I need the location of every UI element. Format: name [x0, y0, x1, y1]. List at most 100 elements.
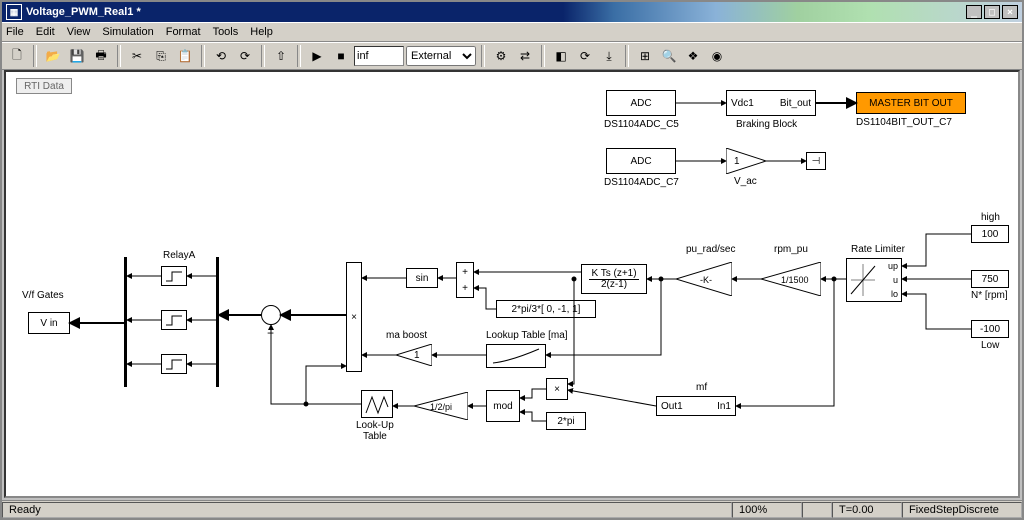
print-icon[interactable]: 🖶 [90, 45, 112, 67]
block-relay-1[interactable] [161, 266, 187, 286]
block-gain-rpm-pu[interactable]: 1/1500 [761, 262, 821, 296]
menu-format[interactable]: Format [166, 26, 201, 38]
build-icon[interactable]: ⚙ [490, 45, 512, 67]
block-sum-phase[interactable]: ++ [456, 262, 474, 298]
new-icon[interactable]: 🗋 [6, 45, 28, 67]
svg-text:-K-: -K- [700, 275, 712, 285]
svg-text:1: 1 [734, 156, 740, 167]
block-gain-ma[interactable]: 1 [396, 344, 432, 366]
run-icon[interactable]: ▶ [306, 45, 328, 67]
rti-data-button[interactable]: RTI Data [16, 78, 72, 94]
target-icon[interactable]: ◉ [706, 45, 728, 67]
menu-file[interactable]: File [6, 26, 24, 38]
block-adc1[interactable]: ADC [606, 90, 676, 116]
block-lut[interactable] [361, 390, 393, 418]
bus-left [124, 257, 127, 387]
block-mf[interactable]: Out1In1 [656, 396, 736, 416]
block-vin[interactable]: V in [28, 312, 70, 334]
label-lut: Look-Up Table [356, 420, 394, 442]
block-lookup-ma[interactable] [486, 344, 546, 368]
refresh-icon[interactable]: ⟳ [574, 45, 596, 67]
block-sin[interactable]: sin [406, 268, 438, 288]
close-button[interactable]: × [1002, 5, 1018, 19]
block-const-phase[interactable]: 2*pi/3*[ 0, -1, 1] [496, 300, 596, 318]
label-mf: mf [696, 382, 707, 393]
status-zoom: 100% [732, 502, 802, 518]
open-icon[interactable]: 📂 [42, 45, 64, 67]
undo-icon[interactable]: ⟲ [210, 45, 232, 67]
block-gain-pu-rad[interactable]: -K- [676, 262, 732, 296]
label-nstar: N* [rpm] [971, 290, 1008, 301]
nav-up-icon[interactable]: ⇧ [270, 45, 292, 67]
label-low: Low [981, 340, 999, 351]
menu-simulation[interactable]: Simulation [102, 26, 153, 38]
block-adc2[interactable]: ADC [606, 148, 676, 174]
status-bar: Ready 100% T=0.00 FixedStepDiscrete [2, 500, 1022, 518]
model-canvas[interactable]: RTI Data ADC DS1104ADC_C5 Vdc1 Bit_out B… [4, 70, 1020, 498]
connect-icon[interactable]: ⇄ [514, 45, 536, 67]
label-lookup-ma: Lookup Table [ma] [486, 330, 568, 341]
block-relay-3[interactable] [161, 354, 187, 374]
block-relay-2[interactable] [161, 310, 187, 330]
status-solver: FixedStepDiscrete [902, 502, 1022, 518]
title-bar[interactable]: ▦ Voltage_PWM_Real1 * _ □ × [2, 2, 1022, 22]
redo-icon[interactable]: ⟳ [234, 45, 256, 67]
sim-mode-select[interactable]: External [406, 46, 476, 66]
block-terminator[interactable]: ⊣ [806, 152, 826, 170]
block-gain-half-pi[interactable]: 1/2/pi [414, 392, 468, 420]
label-braking: Braking Block [736, 119, 797, 130]
block-product-main[interactable]: × [346, 262, 362, 372]
label-adc2-name: DS1104ADC_C7 [604, 177, 679, 188]
window-title: Voltage_PWM_Real1 * [26, 6, 141, 18]
debug-icon[interactable]: ❖ [682, 45, 704, 67]
app-icon: ▦ [6, 4, 22, 20]
block-master-bitout[interactable]: MASTER BIT OUT [856, 92, 966, 114]
label-vf-gates: V/f Gates [22, 290, 64, 301]
menu-help[interactable]: Help [250, 26, 273, 38]
port-vdc1: Vdc1 [731, 98, 754, 109]
block-const-high[interactable]: 100 [971, 225, 1009, 243]
bus-right [216, 257, 219, 387]
block-integrator[interactable]: K Ts (z+1) 2(z-1) [581, 264, 647, 294]
block-const-low[interactable]: -100 [971, 320, 1009, 338]
menu-edit[interactable]: Edit [36, 26, 55, 38]
status-ready: Ready [2, 502, 732, 518]
model-explorer-icon[interactable]: 🔍 [658, 45, 680, 67]
svg-text:1/1500: 1/1500 [781, 275, 809, 285]
block-mod[interactable]: mod [486, 390, 520, 422]
block-rate-limiter[interactable]: up u lo [846, 258, 902, 302]
stoptime-input[interactable] [354, 46, 404, 66]
save-icon[interactable]: 💾 [66, 45, 88, 67]
minimize-button[interactable]: _ [966, 5, 982, 19]
label-pu-rad: pu_rad/sec [686, 244, 735, 255]
library-icon[interactable]: ⊞ [634, 45, 656, 67]
menu-view[interactable]: View [67, 26, 91, 38]
status-blank1 [802, 502, 832, 518]
label-relayA: RelayA [163, 250, 195, 261]
update-icon[interactable]: ⤓ [598, 45, 620, 67]
block-sum-compare[interactable] [261, 305, 281, 325]
paste-icon[interactable]: 📋 [174, 45, 196, 67]
label-rpm-pu: rpm_pu [774, 244, 808, 255]
label-master: DS1104BIT_OUT_C7 [856, 117, 952, 128]
stop-icon[interactable]: ■ [330, 45, 352, 67]
block-const-nstar[interactable]: 750 [971, 270, 1009, 288]
port-bitout: Bit_out [780, 98, 811, 109]
label-high: high [981, 212, 1000, 223]
block-gain-vac[interactable]: 1 [726, 148, 766, 174]
label-adc1-name: DS1104ADC_C5 [604, 119, 679, 130]
menu-bar[interactable]: File Edit View Simulation Format Tools H… [2, 22, 1022, 42]
menu-tools[interactable]: Tools [213, 26, 239, 38]
toolbar: 🗋 📂 💾 🖶 ✂ ⎘ 📋 ⟲ ⟳ ⇧ ▶ ■ External ⚙ ⇄ ◧ ⟳… [2, 42, 1022, 70]
tune-icon[interactable]: ◧ [550, 45, 572, 67]
block-const-2pi[interactable]: 2*pi [546, 412, 586, 430]
status-time: T=0.00 [832, 502, 902, 518]
label-ma-boost: ma boost [386, 330, 427, 341]
maximize-button[interactable]: □ [984, 5, 1000, 19]
block-product-mf[interactable]: × [546, 378, 568, 400]
app-window: ▦ Voltage_PWM_Real1 * _ □ × File Edit Vi… [0, 0, 1024, 520]
copy-icon[interactable]: ⎘ [150, 45, 172, 67]
block-braking[interactable]: Vdc1 Bit_out [726, 90, 816, 116]
cut-icon[interactable]: ✂ [126, 45, 148, 67]
label-vac: V_ac [734, 176, 757, 187]
